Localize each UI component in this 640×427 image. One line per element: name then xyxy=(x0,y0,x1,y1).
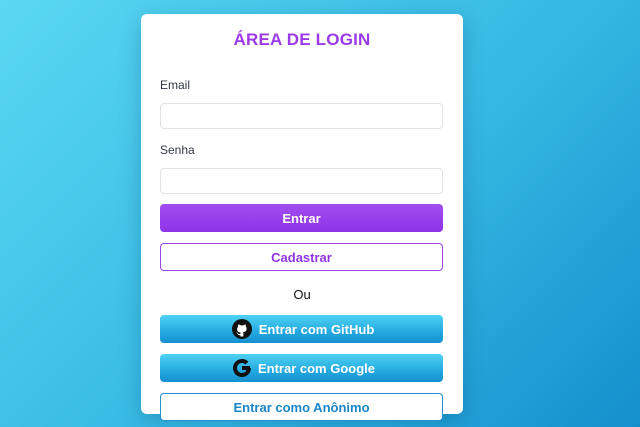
email-label: Email xyxy=(160,78,191,92)
login-card: ÁREA DE LOGIN Email Senha Entrar Cadastr… xyxy=(141,14,463,421)
google-login-button[interactable]: Entrar com Google xyxy=(160,354,443,382)
divider-text: Ou xyxy=(293,287,311,302)
anonymous-login-button[interactable]: Entrar como Anônimo xyxy=(160,393,443,421)
cadastrar-button[interactable]: Cadastrar xyxy=(160,243,443,271)
password-field[interactable] xyxy=(160,168,443,194)
google-icon xyxy=(232,358,252,378)
entrar-button[interactable]: Entrar xyxy=(160,204,443,232)
page-title: ÁREA DE LOGIN xyxy=(233,30,371,49)
senha-label: Senha xyxy=(160,143,195,157)
github-login-button[interactable]: Entrar com GitHub xyxy=(160,315,443,343)
email-field[interactable] xyxy=(160,103,443,129)
google-login-label: Entrar com Google xyxy=(257,360,376,376)
github-icon xyxy=(232,319,252,339)
github-login-label: Entrar com GitHub xyxy=(258,321,375,337)
